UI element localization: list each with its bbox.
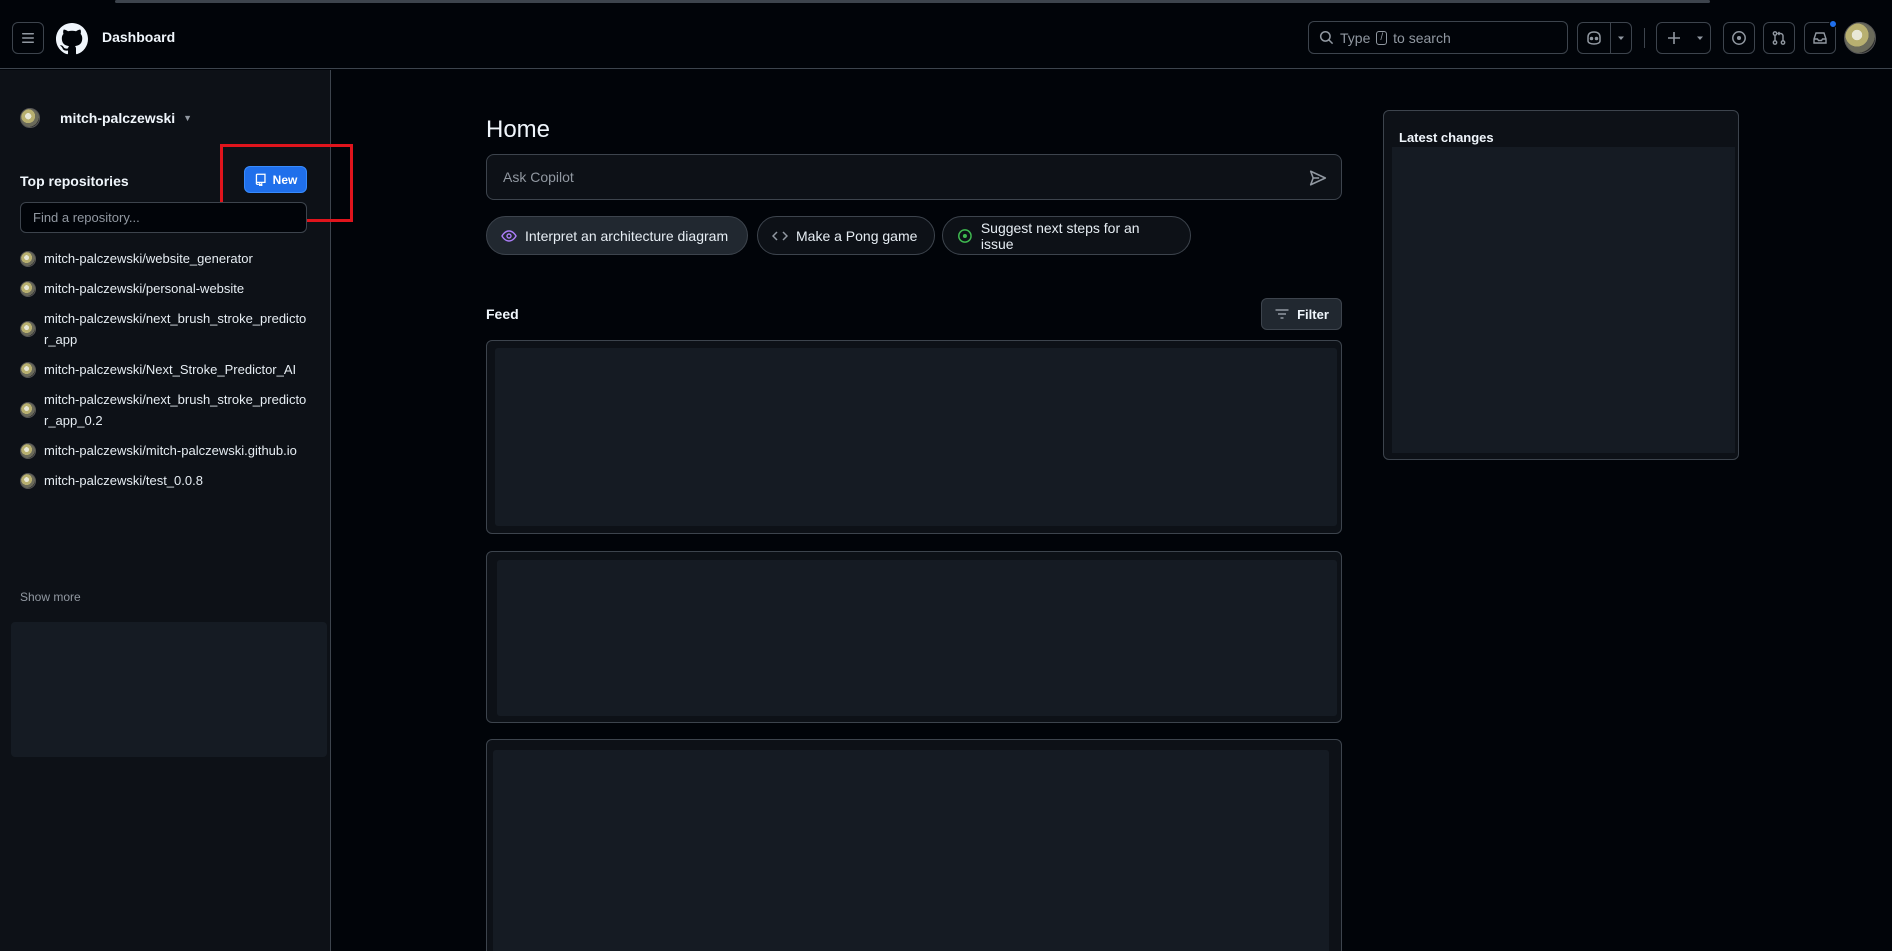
repo-owner-avatar	[20, 280, 36, 297]
ask-copilot-input[interactable]: Ask Copilot	[486, 154, 1342, 200]
main-content: Home Ask Copilot Interpret an architectu…	[332, 70, 1892, 951]
notification-dot	[1829, 20, 1837, 28]
repo-link[interactable]: mitch-palczewski/personal-website	[44, 278, 309, 299]
suggestion-chip-pong[interactable]: Make a Pong game	[757, 216, 935, 255]
git-pull-request-icon	[1772, 31, 1786, 45]
feed-filter-button[interactable]: Filter	[1261, 298, 1342, 330]
issue-opened-icon	[1732, 31, 1746, 45]
copilot-icon	[1587, 31, 1601, 45]
filter-icon	[1275, 309, 1289, 319]
create-new-menu[interactable]	[1656, 22, 1711, 54]
search-placeholder-end: to search	[1393, 29, 1451, 46]
repo-link[interactable]: mitch-palczewski/test_0.0.8	[44, 470, 309, 491]
list-item[interactable]: mitch-palczewski/Next_Stroke_Predictor_A…	[20, 359, 310, 380]
search-icon	[1319, 30, 1334, 45]
inbox-icon	[1813, 32, 1827, 44]
dashboard-sidebar: mitch-palczewski ▼ Top repositories New …	[0, 70, 353, 951]
repo-owner-avatar	[20, 402, 36, 418]
github-logo-icon[interactable]	[56, 23, 88, 55]
triangle-down-icon	[1697, 36, 1703, 40]
loading-placeholder	[11, 622, 327, 757]
triangle-down-icon	[1618, 36, 1625, 40]
list-item[interactable]: mitch-palczewski/mitch-palczewski.github…	[20, 440, 310, 461]
search-shortcut-key: /	[1376, 30, 1388, 45]
create-new-button[interactable]	[1657, 23, 1690, 53]
suggestion-chip-architecture[interactable]: Interpret an architecture diagram	[486, 216, 748, 255]
avatar	[20, 108, 40, 128]
suggestion-label: Interpret an architecture diagram	[525, 227, 729, 244]
repo-owner-avatar	[20, 321, 36, 337]
horizontal-scrollbar[interactable]	[115, 0, 1710, 3]
feed-card	[486, 340, 1342, 534]
search-placeholder-start: Type	[1340, 29, 1371, 46]
paper-airplane-icon[interactable]	[1309, 169, 1327, 187]
page-context-title[interactable]: Dashboard	[102, 29, 175, 45]
feed-card	[486, 739, 1342, 951]
find-repository-input[interactable]	[20, 202, 307, 233]
loading-placeholder	[1392, 147, 1735, 453]
repository-list: mitch-palczewski/website_generator mitch…	[20, 248, 310, 500]
hamburger-menu-button[interactable]	[12, 22, 44, 54]
page-title: Home	[486, 116, 551, 143]
code-icon	[772, 230, 788, 241]
copilot-placeholder: Ask Copilot	[503, 169, 574, 185]
header-divider	[1644, 28, 1645, 48]
loading-placeholder	[493, 750, 1329, 951]
global-header: Dashboard Type / to search	[0, 4, 1892, 69]
repo-link[interactable]: mitch-palczewski/website_generator	[44, 248, 309, 269]
repo-link[interactable]: mitch-palczewski/next_brush_stroke_predi…	[44, 308, 309, 350]
pull-requests-button[interactable]	[1763, 22, 1795, 54]
list-item[interactable]: mitch-palczewski/next_brush_stroke_predi…	[20, 308, 310, 350]
copilot-button[interactable]	[1578, 23, 1610, 53]
filter-label: Filter	[1297, 306, 1329, 322]
create-new-dropdown[interactable]	[1690, 23, 1710, 53]
suggestion-label: Suggest next steps for an issue	[980, 219, 1140, 252]
repo-link[interactable]: mitch-palczewski/mitch-palczewski.github…	[44, 440, 309, 461]
user-avatar-button[interactable]	[1844, 22, 1876, 54]
repo-owner-avatar	[20, 442, 36, 459]
triangle-down-icon: ▼	[183, 113, 193, 123]
list-item[interactable]: mitch-palczewski/next_brush_stroke_predi…	[20, 389, 310, 431]
repo-link[interactable]: mitch-palczewski/Next_Stroke_Predictor_A…	[44, 359, 309, 380]
top-repositories-heading: Top repositories	[20, 173, 129, 189]
loading-placeholder	[495, 348, 1337, 526]
repo-link[interactable]: mitch-palczewski/next_brush_stroke_predi…	[44, 389, 309, 431]
eye-icon	[501, 229, 517, 242]
list-item[interactable]: mitch-palczewski/personal-website	[20, 278, 310, 299]
context-username: mitch-palczewski	[60, 110, 176, 126]
search-input[interactable]: Type / to search	[1308, 21, 1568, 54]
show-more-link[interactable]: Show more	[20, 590, 81, 604]
repo-owner-avatar	[20, 250, 36, 267]
feed-card	[486, 551, 1342, 723]
feed-heading: Feed	[486, 306, 519, 322]
list-item[interactable]: mitch-palczewski/website_generator	[20, 248, 310, 269]
list-item[interactable]: mitch-palczewski/test_0.0.8	[20, 470, 310, 491]
suggestion-label: Make a Pong game	[796, 227, 918, 244]
loading-placeholder	[497, 560, 1337, 716]
context-switcher[interactable]: mitch-palczewski ▼	[20, 108, 192, 128]
latest-changes-heading: Latest changes	[1399, 130, 1494, 145]
hamburger-icon	[22, 33, 34, 43]
repo-owner-avatar	[20, 472, 36, 489]
copilot-menu[interactable]	[1577, 22, 1632, 54]
suggestion-chip-issue[interactable]: Suggest next steps for an issue	[942, 216, 1191, 255]
repo-owner-avatar	[20, 361, 36, 378]
plus-icon	[1667, 32, 1680, 44]
issues-button[interactable]	[1723, 22, 1755, 54]
latest-changes-panel: Latest changes	[1383, 110, 1739, 460]
copilot-dropdown-button[interactable]	[1611, 23, 1631, 53]
issue-opened-icon	[958, 228, 972, 243]
